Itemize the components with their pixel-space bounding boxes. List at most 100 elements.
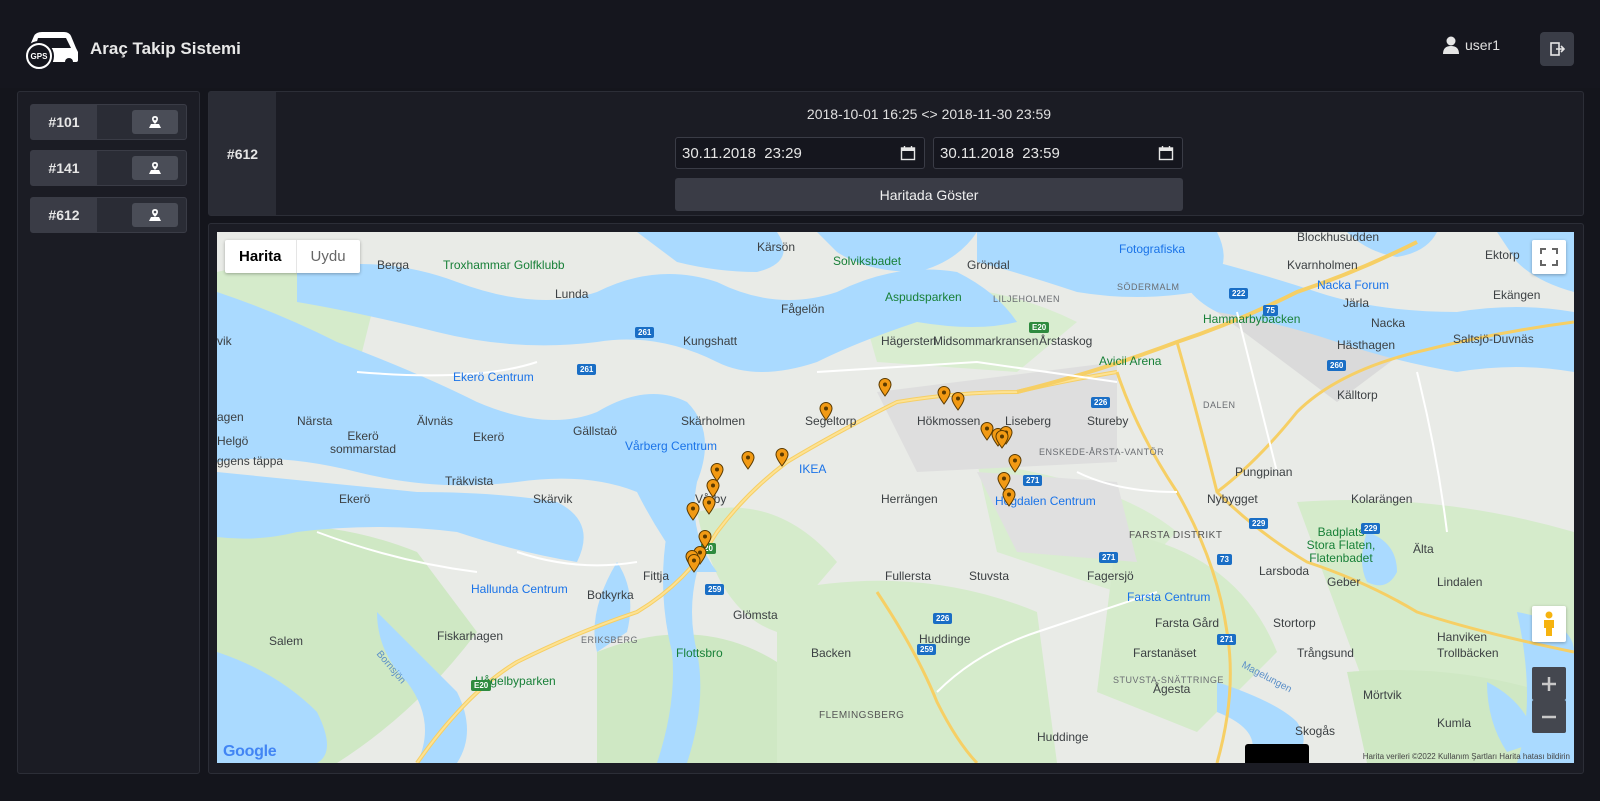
route-map-icon xyxy=(149,162,161,174)
road-badge: 261 xyxy=(635,327,655,338)
map-place-label: IKEA xyxy=(799,462,827,476)
route-map[interactable]: Kärsön Berga Troxhammar Golfklubb Lunda … xyxy=(217,232,1574,763)
map-place-label: Fagersjö xyxy=(1087,569,1134,583)
zoom-in-button[interactable] xyxy=(1532,667,1566,700)
road-badge: 261 xyxy=(577,364,597,375)
vehicle-id: #101 xyxy=(31,105,97,139)
vehicle-item[interactable]: #101 xyxy=(30,104,187,140)
vehicle-item[interactable]: #612 xyxy=(30,197,187,233)
map-place-label: Vårberg Centrum xyxy=(625,439,718,453)
map-place-label: Stureby xyxy=(1087,414,1129,428)
keyboard-shortcuts-tab[interactable] xyxy=(1245,744,1309,763)
map-place-label: Stortorp xyxy=(1273,616,1316,630)
map-place-label: Geber xyxy=(1327,575,1361,589)
map-place-label: Ektorp xyxy=(1485,248,1520,262)
map-place-label: Huddinge xyxy=(1037,730,1089,744)
road-badge: 259 xyxy=(917,644,937,655)
map-attribution[interactable]: Harita verileri ©2022 Kullanım Şartları … xyxy=(1363,752,1570,761)
map-place-label: LILJEHOLMEN xyxy=(993,294,1061,304)
map-place-label: Mörtvik xyxy=(1363,688,1402,702)
user-menu[interactable]: user1 xyxy=(1442,36,1500,54)
vehicle-id: #141 xyxy=(31,151,97,185)
map-place-label: Ekerö Centrum xyxy=(453,370,534,384)
map-place-label: Helgö xyxy=(217,434,249,448)
route-marker[interactable] xyxy=(878,378,892,397)
route-marker[interactable] xyxy=(741,451,755,470)
show-route-button[interactable] xyxy=(132,203,178,227)
map-type-roadmap-button[interactable]: Harita xyxy=(225,240,296,273)
map-place-label: Kumla xyxy=(1437,716,1472,730)
route-marker[interactable] xyxy=(1002,488,1016,507)
map-place-label: Fotografiska xyxy=(1119,242,1186,256)
map-place-label: Gällstaö xyxy=(573,424,618,438)
route-marker[interactable] xyxy=(819,402,833,421)
show-route-button[interactable] xyxy=(132,110,178,134)
map-place-label: Farsta Centrum xyxy=(1127,590,1211,604)
vehicle-id: #612 xyxy=(31,198,97,232)
start-datetime-value: 30.11.2018 23:29 xyxy=(682,145,802,162)
map-place-label: Avicii Arena xyxy=(1099,354,1162,368)
map-place-label: Skogås xyxy=(1295,724,1336,738)
route-marker[interactable] xyxy=(995,430,1009,449)
map-place-label: Aspudsparken xyxy=(885,290,962,304)
road-badge: 229 xyxy=(1249,518,1269,529)
route-marker[interactable] xyxy=(1008,454,1022,473)
road-badge: 271 xyxy=(1217,634,1237,645)
show-route-button[interactable] xyxy=(132,156,178,180)
road-badge: 271 xyxy=(1099,552,1119,563)
map-place-label: Fullersta xyxy=(885,569,932,583)
map-place-label: Ekerö xyxy=(473,430,505,444)
vehicle-sidebar: #101 #141 #612 xyxy=(17,91,200,774)
map-place-label: Ekerö sommarstad xyxy=(329,429,397,456)
map-place-label: Hästhagen xyxy=(1337,338,1396,352)
map-place-label: Källtorp xyxy=(1337,388,1378,402)
map-place-label: Salem xyxy=(269,634,304,648)
map-place-label: Ekerö xyxy=(339,492,371,506)
start-datetime-input[interactable]: 30.11.2018 23:29 xyxy=(675,137,925,169)
map-panel: Kärsön Berga Troxhammar Golfklubb Lunda … xyxy=(208,223,1584,774)
map-place-label: Stuvsta xyxy=(969,569,1010,583)
map-place-label: ggens täppa xyxy=(217,454,284,468)
calendar-icon[interactable] xyxy=(1158,145,1174,161)
route-marker[interactable] xyxy=(775,448,789,467)
map-type-control: Harita Uydu xyxy=(225,240,360,273)
end-datetime-input[interactable]: 30.11.2018 23:59 xyxy=(933,137,1183,169)
road-badge: 226 xyxy=(1091,397,1111,408)
gps-car-logo-icon: GPS xyxy=(24,32,78,71)
map-place-label: Hökmossen xyxy=(917,414,981,428)
map-place-label: Kolarängen xyxy=(1351,492,1413,506)
map-place-label: Trollbäcken xyxy=(1437,646,1499,660)
route-marker[interactable] xyxy=(687,554,701,573)
show-on-map-button[interactable]: Haritada Göster xyxy=(675,178,1183,211)
map-place-label: vik xyxy=(217,334,232,348)
logout-icon xyxy=(1550,42,1565,56)
google-logo: Google xyxy=(223,743,277,761)
road-badge: 259 xyxy=(705,584,725,595)
vehicle-item[interactable]: #141 xyxy=(30,150,187,186)
map-place-label: DALEN xyxy=(1203,400,1236,410)
plus-icon xyxy=(1542,676,1556,691)
fullscreen-button[interactable] xyxy=(1532,240,1566,274)
route-marker[interactable] xyxy=(951,392,965,411)
street-view-pegman-button[interactable] xyxy=(1532,606,1566,642)
road-badge: E20 xyxy=(1029,322,1050,333)
google-logo-text: Google xyxy=(223,743,277,760)
map-place-label: Lindalen xyxy=(1437,575,1483,589)
map-place-label: Hallunda Centrum xyxy=(471,582,568,596)
route-marker[interactable] xyxy=(686,502,700,521)
road-badge: 229 xyxy=(1361,523,1381,534)
road-badge: 226 xyxy=(933,613,953,624)
map-place-label: ERIKSBERG xyxy=(581,635,639,645)
calendar-icon[interactable] xyxy=(900,145,916,161)
map-type-satellite-button[interactable]: Uydu xyxy=(295,240,360,273)
zoom-out-button[interactable] xyxy=(1532,700,1566,733)
logout-button[interactable] xyxy=(1540,32,1574,66)
user-icon xyxy=(1442,36,1459,54)
map-place-label: Järla xyxy=(1343,296,1370,310)
route-marker[interactable] xyxy=(937,386,951,405)
map-place-label: Trångsund xyxy=(1297,646,1354,660)
app-title: Araç Takip Sistemi xyxy=(90,39,241,58)
map-place-label: Berga xyxy=(377,258,410,272)
route-marker[interactable] xyxy=(702,496,716,515)
map-place-label: Midsommarkransen xyxy=(933,334,1039,348)
